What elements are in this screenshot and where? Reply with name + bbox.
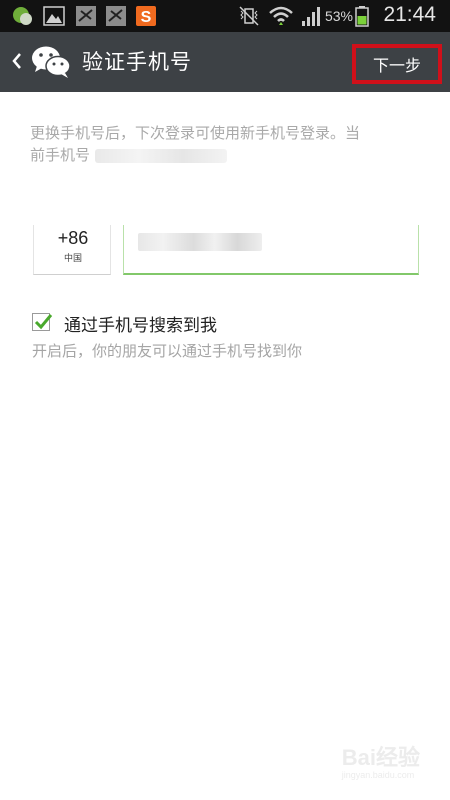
back-arrow-icon[interactable]	[10, 50, 24, 72]
info-line-2: 前手机号	[30, 146, 91, 164]
wechat-notification-icon	[13, 7, 32, 25]
phone-number-field[interactable]	[123, 225, 419, 275]
muted-app-icon	[106, 6, 126, 26]
next-step-label: 下一步	[372, 56, 421, 75]
vibrate-mute-icon	[239, 6, 259, 26]
title-bar: 验证手机号 下一步	[0, 32, 450, 92]
search-by-phone-label[interactable]: 通过手机号搜索到我	[64, 311, 217, 336]
change-phone-info: 更换手机号后，下次登录可使用新手机号登录。当 前手机号	[30, 122, 430, 166]
muted-app-icon	[76, 6, 96, 26]
next-step-button[interactable]: 下一步	[352, 44, 442, 84]
masked-phone-number	[94, 148, 227, 163]
info-line-1: 更换手机号后，下次登录可使用新手机号登录。当	[30, 124, 361, 142]
wechat-logo-icon	[32, 46, 71, 78]
signal-icon	[302, 7, 320, 26]
battery-percent: 53%	[324, 8, 353, 24]
sogou-s-icon: S	[136, 6, 156, 26]
country-code: +86	[57, 228, 89, 248]
country-code-selector[interactable]: +86 中国	[33, 225, 111, 275]
clock: 21:44	[383, 3, 436, 26]
search-by-phone-checkbox[interactable]	[32, 313, 53, 331]
baidu-watermark: Bai经验 jingyan.baidu.com	[341, 745, 420, 780]
image-icon	[43, 6, 65, 26]
battery-icon	[355, 6, 369, 27]
masked-phone-input-value	[138, 233, 262, 251]
country-name: 中国	[63, 254, 82, 264]
wifi-icon	[269, 6, 293, 25]
status-bar: S 53% 21:44	[0, 0, 450, 32]
checkmark-icon	[34, 314, 53, 330]
page-title: 验证手机号	[82, 50, 192, 74]
svg-text:S: S	[141, 9, 152, 26]
search-by-phone-description: 开启后，你的朋友可以通过手机号找到你	[32, 342, 303, 360]
